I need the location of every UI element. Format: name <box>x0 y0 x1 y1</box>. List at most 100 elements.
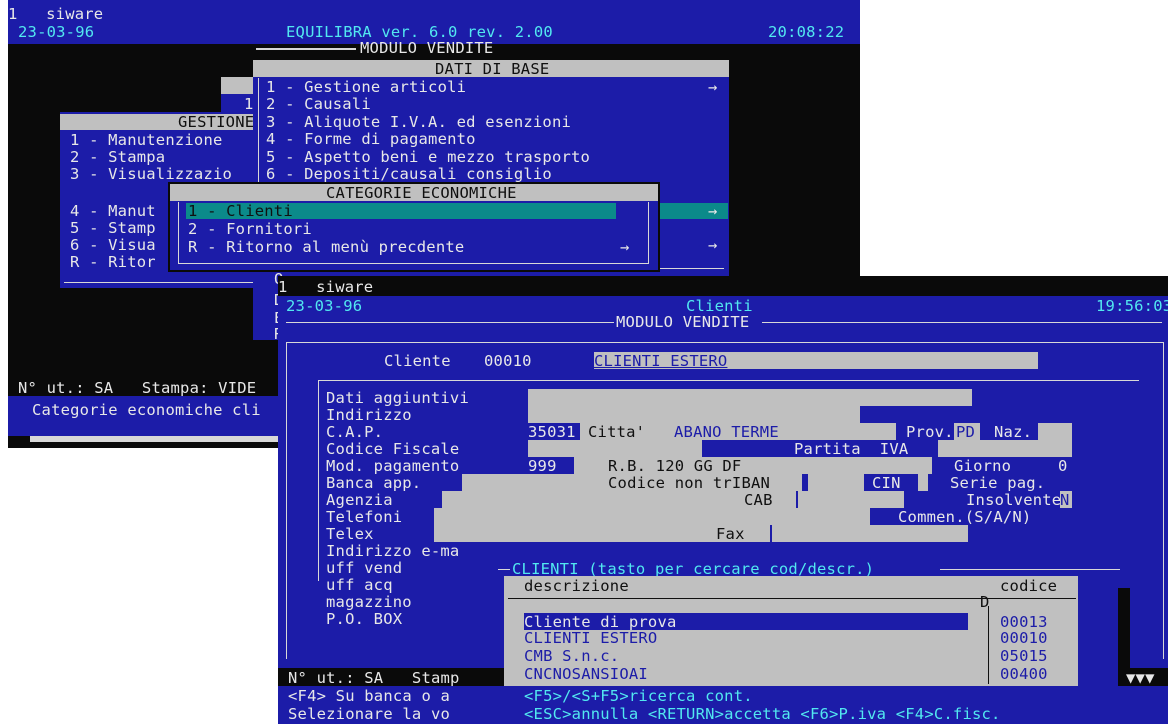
gestione-item-4[interactable]: 4 - Manut <box>70 203 156 219</box>
popup-row-3-code[interactable]: 05015 <box>1000 648 1048 664</box>
front-hint-2: Selezionare la vo <box>288 705 451 723</box>
insolvente-label: Insolvente <box>966 491 1062 509</box>
front-user-label: 1 siware <box>278 278 374 296</box>
popup-row-3-desc[interactable]: CMB S.n.c. <box>524 648 619 664</box>
prov-value: PD <box>956 423 976 441</box>
dati-di-base-title: DATI DI BASE <box>435 60 550 78</box>
dati-arrow-selected: → <box>708 202 718 220</box>
front-right-shadow <box>1118 588 1130 668</box>
categorie-item-fornitori[interactable]: 2 - Fornitori <box>188 221 312 237</box>
popup-title: CLIENTI (tasto per cercare cod/descr.) <box>512 560 875 578</box>
gestione-item-1[interactable]: 1 - Manutenzione <box>70 132 223 148</box>
categorie-bottom-border <box>178 263 648 264</box>
label-agenzia: Agenzia <box>326 491 393 509</box>
categorie-item-clienti[interactable]: 1 - Clienti <box>188 203 293 219</box>
gestione-item-5[interactable]: 5 - Stamp <box>70 220 156 236</box>
dati-aggiuntivi-field[interactable] <box>528 389 972 406</box>
categorie-right-border <box>648 202 649 264</box>
gestione-item-2[interactable]: 2 - Stampa <box>70 149 165 165</box>
label-email: Indirizzo e-ma <box>326 542 460 560</box>
label-uff-acq: uff acq <box>326 576 393 594</box>
popup-row-1-code[interactable]: 00013 <box>1000 614 1048 630</box>
categorie-title: CATEGORIE ECONOMICHE <box>326 184 517 202</box>
back-hidden-box-top <box>221 77 257 94</box>
iban-field[interactable] <box>808 474 864 491</box>
gestione-item-6[interactable]: 6 - Visua <box>70 237 156 253</box>
label-cap: C.A.P. <box>326 423 384 441</box>
telefoni-field[interactable] <box>434 508 870 525</box>
popup-row-1-desc[interactable]: Cliente di prova <box>524 614 677 630</box>
mod-pagamento-code[interactable]: 999 <box>528 458 557 474</box>
cliente-label: Cliente <box>384 352 451 370</box>
mod-pagamento-desc: R.B. 120 GG DF <box>608 457 742 475</box>
back-date: 23-03-96 <box>18 23 95 41</box>
front-clock: 19:56:03 <box>1096 297 1168 315</box>
label-mod-pagamento: Mod. pagamento <box>326 457 460 475</box>
cin-label: CIN <box>872 474 901 492</box>
popup-row-4-desc[interactable]: CNCNOSANSIOAI <box>524 666 648 682</box>
citta-label: Citta' <box>588 423 646 441</box>
front-status-user: N° ut.: SA Stamp <box>288 669 460 687</box>
cap-value[interactable]: 35031 <box>528 424 576 440</box>
popup-col-divider <box>988 606 989 684</box>
popup-header-rule <box>508 598 1076 599</box>
fax-label: Fax <box>716 525 745 543</box>
popup-row-4-code[interactable]: 00400 <box>1000 666 1048 682</box>
dati-item-4[interactable]: 4 - Forme di pagamento <box>266 131 476 147</box>
cab-field[interactable] <box>798 491 904 508</box>
gestione-title: GESTIONE <box>178 113 255 131</box>
back-bottom-line <box>30 436 290 442</box>
naz-field[interactable] <box>1038 423 1072 440</box>
indirizzo-field[interactable] <box>528 406 860 423</box>
label-po-box: P.O. BOX <box>326 610 403 628</box>
popup-row-2-desc[interactable]: CLIENTI ESTERO <box>524 630 657 646</box>
dati-arrow-ritorno: → <box>708 236 718 254</box>
label-dati-aggiuntivi: Dati aggiuntivi <box>326 389 469 407</box>
fax-field[interactable] <box>772 525 968 542</box>
codice-fiscale-field[interactable] <box>528 440 702 457</box>
giorno-label: Giorno <box>954 457 1012 475</box>
gestione-item-3[interactable]: 3 - Visualizzazio <box>70 166 232 182</box>
dati-item-3[interactable]: 3 - Aliquote I.V.A. ed esenzioni <box>266 114 571 130</box>
giorno-value[interactable]: 0 <box>1058 458 1068 474</box>
label-telefoni: Telefoni <box>326 508 403 526</box>
cab-label: CAB <box>744 491 773 509</box>
banca-app-field[interactable] <box>462 474 596 491</box>
agenzia-field[interactable] <box>442 491 700 508</box>
commen-label: Commen.(S/A/N) <box>898 508 1032 526</box>
back-status-user: N° ut.: SA Stampa: VIDE <box>18 379 257 397</box>
label-telex: Telex <box>326 525 374 543</box>
back-user-label: 1 siware <box>8 5 104 23</box>
categorie-arrow-ritorno: → <box>620 238 630 256</box>
popup-top-border-right <box>940 569 1120 570</box>
popup-footer-search: <F5>/<S+F5>ricerca cont. <box>524 687 753 705</box>
categorie-left-border <box>178 202 179 264</box>
codice-iban-label: Codice non trIBAN <box>608 474 771 492</box>
cliente-name: CLIENTI ESTERO <box>594 352 728 370</box>
dati-arrow-1: → <box>708 78 718 96</box>
front-header-black <box>278 276 1168 296</box>
front-hint-1: <F4> Su banca o a <box>288 687 451 705</box>
cliente-code[interactable]: 00010 <box>484 353 532 369</box>
cin-field[interactable] <box>918 474 928 491</box>
popup-footer-keys: <ESC>annulla <RETURN>accetta <F6>P.iva <… <box>524 705 1001 723</box>
back-status-message: Categorie economiche cli <box>32 401 261 419</box>
front-terminal-window: 1 siware 23-03-96 Clienti 19:56:03 MODUL… <box>278 276 1168 724</box>
telex-field[interactable] <box>434 525 708 542</box>
serie-pag-label: Serie pag. <box>950 474 1046 492</box>
label-codice-fiscale: Codice Fiscale <box>326 440 460 458</box>
dati-item-2[interactable]: 2 - Causali <box>266 96 371 112</box>
front-date: 23-03-96 <box>286 297 363 315</box>
label-magazzino: magazzino <box>326 593 412 611</box>
categorie-item-ritorno[interactable]: R - Ritorno al menù precdente <box>188 239 464 255</box>
dati-item-5[interactable]: 5 - Aspetto beni e mezzo trasporto <box>266 149 590 165</box>
dati-item-6[interactable]: 6 - Depositi/causali consiglio <box>266 166 552 182</box>
naz-label: Naz. <box>994 423 1033 441</box>
dati-item-1[interactable]: 1 - Gestione articoli <box>266 79 466 95</box>
front-module-rule-left <box>286 322 614 323</box>
label-uff-vend: uff vend <box>326 559 403 577</box>
popup-row-2-code[interactable]: 00010 <box>1000 630 1048 646</box>
gestione-item-7[interactable]: R - Ritor <box>70 254 156 270</box>
partita-iva-field[interactable] <box>938 440 1072 457</box>
partita-iva-label: Partita IVA <box>794 440 909 458</box>
